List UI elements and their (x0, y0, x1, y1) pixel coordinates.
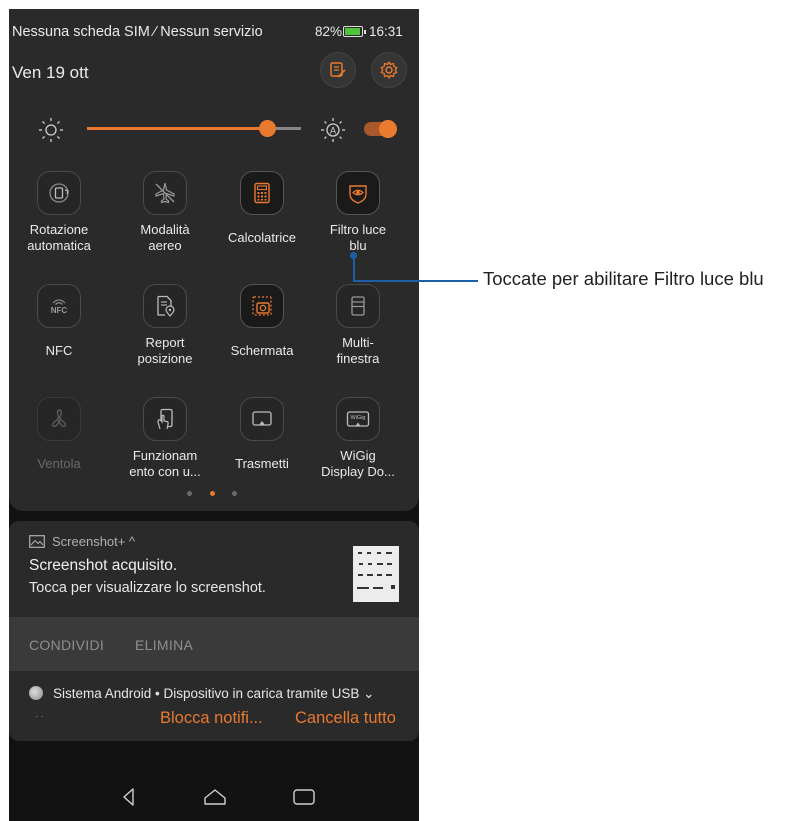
tile-label: Report posizione (137, 335, 193, 366)
tile-label: Multi- finestra (336, 335, 380, 366)
edit-button[interactable] (320, 52, 356, 88)
tile-report-posizione[interactable]: Report posizione (117, 284, 213, 368)
system-notification-text: Sistema Android • Dispositivo in carica … (53, 686, 375, 701)
tile-trasmetti[interactable]: Trasmetti (214, 397, 310, 481)
tile-label: Schermata (230, 343, 294, 358)
callout-text: Toccate per abilitare Filtro luce blu (483, 268, 764, 289)
page-indicator (9, 491, 419, 497)
notification-title: Screenshot acquisito. (29, 557, 178, 574)
auto-brightness-icon: A (321, 118, 345, 142)
fan-icon (51, 409, 67, 428)
tile-rotazione-automatica[interactable]: Rotazione automatica (11, 171, 107, 255)
tile-calcolatrice[interactable]: Calcolatrice (214, 171, 310, 255)
tile-label: Modalità aereo (140, 222, 190, 253)
callout-line (354, 280, 478, 282)
tile-label: Ventola (37, 456, 81, 471)
battery-percent: 82% (315, 24, 343, 39)
cast-icon (252, 411, 272, 426)
tile-label: NFC (45, 343, 73, 358)
screenshot-icon (252, 296, 272, 316)
tile-modalita-aereo[interactable]: Modalità aereo (117, 171, 213, 255)
blocca-notifiche-button[interactable]: Blocca notifi... (160, 709, 263, 728)
tile-label: Trasmetti (235, 456, 289, 471)
tile-nfc[interactable]: NFC NFC (11, 284, 107, 368)
calculator-icon (254, 182, 270, 204)
tile-ventola[interactable]: Ventola (11, 397, 107, 481)
brightness-slider[interactable] (87, 120, 301, 137)
page-dot[interactable] (232, 491, 237, 496)
tile-label: WiGig Display Do... (321, 448, 395, 479)
nfc-icon: NFC (51, 299, 68, 315)
battery-icon (343, 26, 366, 37)
tile-label: Funzionam ento con u... (129, 448, 201, 479)
navigation-bar (9, 771, 419, 821)
system-notification[interactable]: Sistema Android • Dispositivo in carica … (9, 671, 419, 741)
home-icon[interactable] (202, 785, 228, 809)
callout-line (353, 257, 355, 282)
tile-wigig-display-dock[interactable]: WiGig WiGig Display Do... (310, 397, 406, 481)
phone-screen: Nessuna scheda SIM ⁄ Nessun servizio 82%… (9, 9, 419, 821)
condividi-button[interactable]: CONDIVIDI (29, 637, 104, 653)
tile-multi-finestra[interactable]: Multi- finestra (310, 284, 406, 368)
brightness-slider-fill (87, 127, 267, 130)
gear-icon (380, 61, 398, 79)
more-dots: ·· (35, 711, 46, 722)
one-hand-icon (157, 408, 173, 430)
svg-text:A: A (330, 126, 336, 136)
cancella-tutto-button[interactable]: Cancella tutto (295, 709, 396, 728)
tile-label: Rotazione automatica (27, 222, 91, 253)
brightness-slider-thumb[interactable] (258, 120, 276, 137)
multiwindow-icon (351, 296, 365, 316)
brightness-low-icon (39, 118, 63, 142)
notification-text: Tocca per visualizzare lo screenshot. (29, 580, 266, 596)
eye-filter-icon (349, 185, 367, 204)
tile-filtro-luce-blu[interactable]: Filtro luce blu (310, 171, 406, 255)
location-report-icon (157, 295, 175, 317)
quick-settings-panel: Nessuna scheda SIM ⁄ Nessun servizio 82%… (9, 9, 419, 511)
edit-icon (330, 62, 346, 78)
image-icon (29, 535, 45, 548)
screenshot-thumbnail[interactable] (353, 546, 399, 602)
elimina-button[interactable]: ELIMINA (135, 637, 193, 653)
back-icon[interactable] (116, 785, 142, 809)
tile-schermata[interactable]: Schermata (214, 284, 310, 368)
airplane-icon (155, 182, 175, 204)
wigig-icon: WiGig (346, 411, 370, 427)
date-label: Ven 19 ott (12, 63, 89, 82)
android-system-icon (29, 686, 43, 700)
tile-funzionamento-con-una-mano[interactable]: Funzionam ento con u... (117, 397, 213, 481)
carrier-text: Nessuna scheda SIM ⁄ Nessun servizio (12, 24, 263, 40)
settings-button[interactable] (371, 52, 407, 88)
status-bar: Nessuna scheda SIM ⁄ Nessun servizio 82%… (9, 22, 419, 44)
rotation-icon (49, 183, 69, 203)
auto-brightness-toggle[interactable] (364, 120, 397, 138)
page-dot[interactable] (187, 491, 192, 496)
notification-app-name: Screenshot+ ^ (52, 534, 136, 549)
svg-text:WiGig: WiGig (351, 415, 366, 421)
notification-actions: CONDIVIDI ELIMINA (9, 617, 419, 671)
recents-icon[interactable] (291, 785, 317, 809)
tile-label: Filtro luce blu (329, 222, 387, 253)
svg-text:NFC: NFC (51, 306, 68, 315)
tile-label: Calcolatrice (228, 230, 296, 245)
page-dot-current[interactable] (210, 491, 215, 496)
screenshot-notification[interactable]: Screenshot+ ^ Screenshot acquisito. Tocc… (9, 521, 419, 671)
clock: 16:31 (369, 24, 403, 39)
